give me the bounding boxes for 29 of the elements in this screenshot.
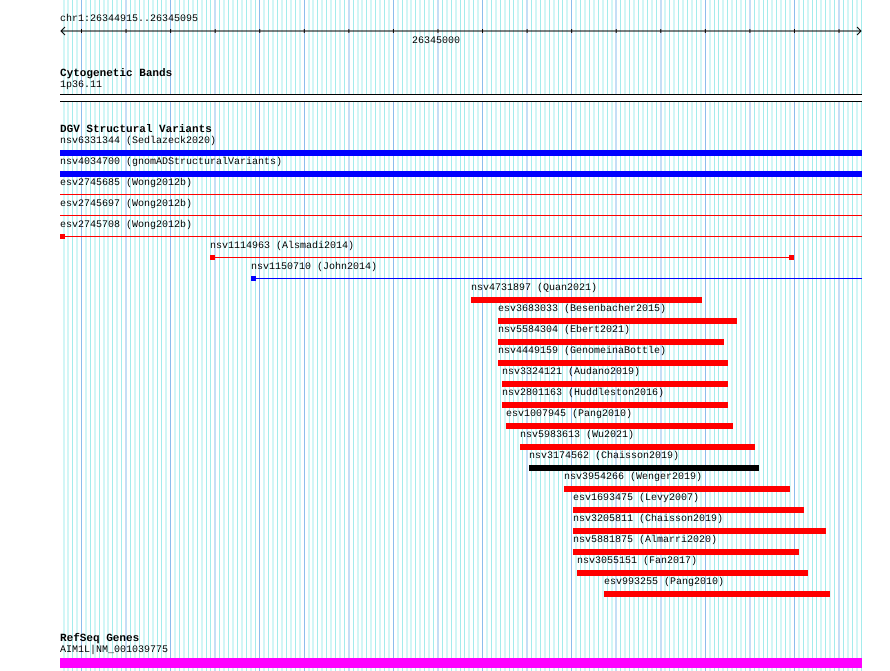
- feature-label: nsv1150710 (John2014): [251, 262, 378, 274]
- feature-label: esv2745685 (Wong2012b): [60, 178, 192, 190]
- feature-label: esv2745708 (Wong2012b): [60, 220, 192, 232]
- track-title: Cytogenetic Bands: [60, 68, 172, 80]
- feature-label: 1p36.11: [60, 80, 102, 92]
- feature-label: esv1693475 (Levy2007): [573, 493, 700, 505]
- feature-label: nsv4449159 (GenomeinaBottle): [498, 346, 666, 358]
- position-label: chr1:26344915..26345095: [60, 12, 198, 26]
- feature-label: esv993255 (Pang2010): [604, 577, 724, 589]
- feature-label: nsv5881875 (Almarri2020): [573, 535, 718, 547]
- feature-label: esv3683033 (Besenbacher2015): [498, 304, 666, 316]
- feature-label: nsv4034700 (gnomADStructuralVariants): [60, 157, 282, 169]
- feature-label: nsv3055151 (Fan2017): [576, 556, 698, 568]
- feature-label: AIM1L|NM_001039775: [60, 645, 168, 657]
- tick-label: 26345000: [412, 36, 460, 48]
- feature-label: nsv6331344 (Sedlazeck2020): [60, 136, 216, 148]
- feature-label: nsv4731897 (Quan2021): [471, 283, 598, 295]
- feature-label: nsv3324121 (Audano2019): [502, 367, 640, 379]
- track-title: DGV Structural Variants: [60, 124, 212, 136]
- feature-label: nsv5983613 (Wu2021): [520, 430, 634, 442]
- feature-label: esv1007945 (Pang2010): [506, 409, 632, 421]
- feature-label: nsv2801163 (Huddleston2016): [502, 388, 664, 400]
- feature-label: nsv3174562 (Chaisson2019): [529, 451, 680, 463]
- feature-label: nsv5584304 (Ebert2021): [498, 325, 630, 337]
- feature-label: nsv3954266 (Wenger2019): [564, 472, 702, 484]
- feature-label: nsv1114963 (Alsmadi2014): [210, 241, 354, 253]
- track-title: RefSeq Genes: [60, 633, 140, 645]
- feature-label: esv2745697 (Wong2012b): [60, 199, 192, 211]
- feature-label: nsv3205811 (Chaisson2019): [573, 514, 724, 526]
